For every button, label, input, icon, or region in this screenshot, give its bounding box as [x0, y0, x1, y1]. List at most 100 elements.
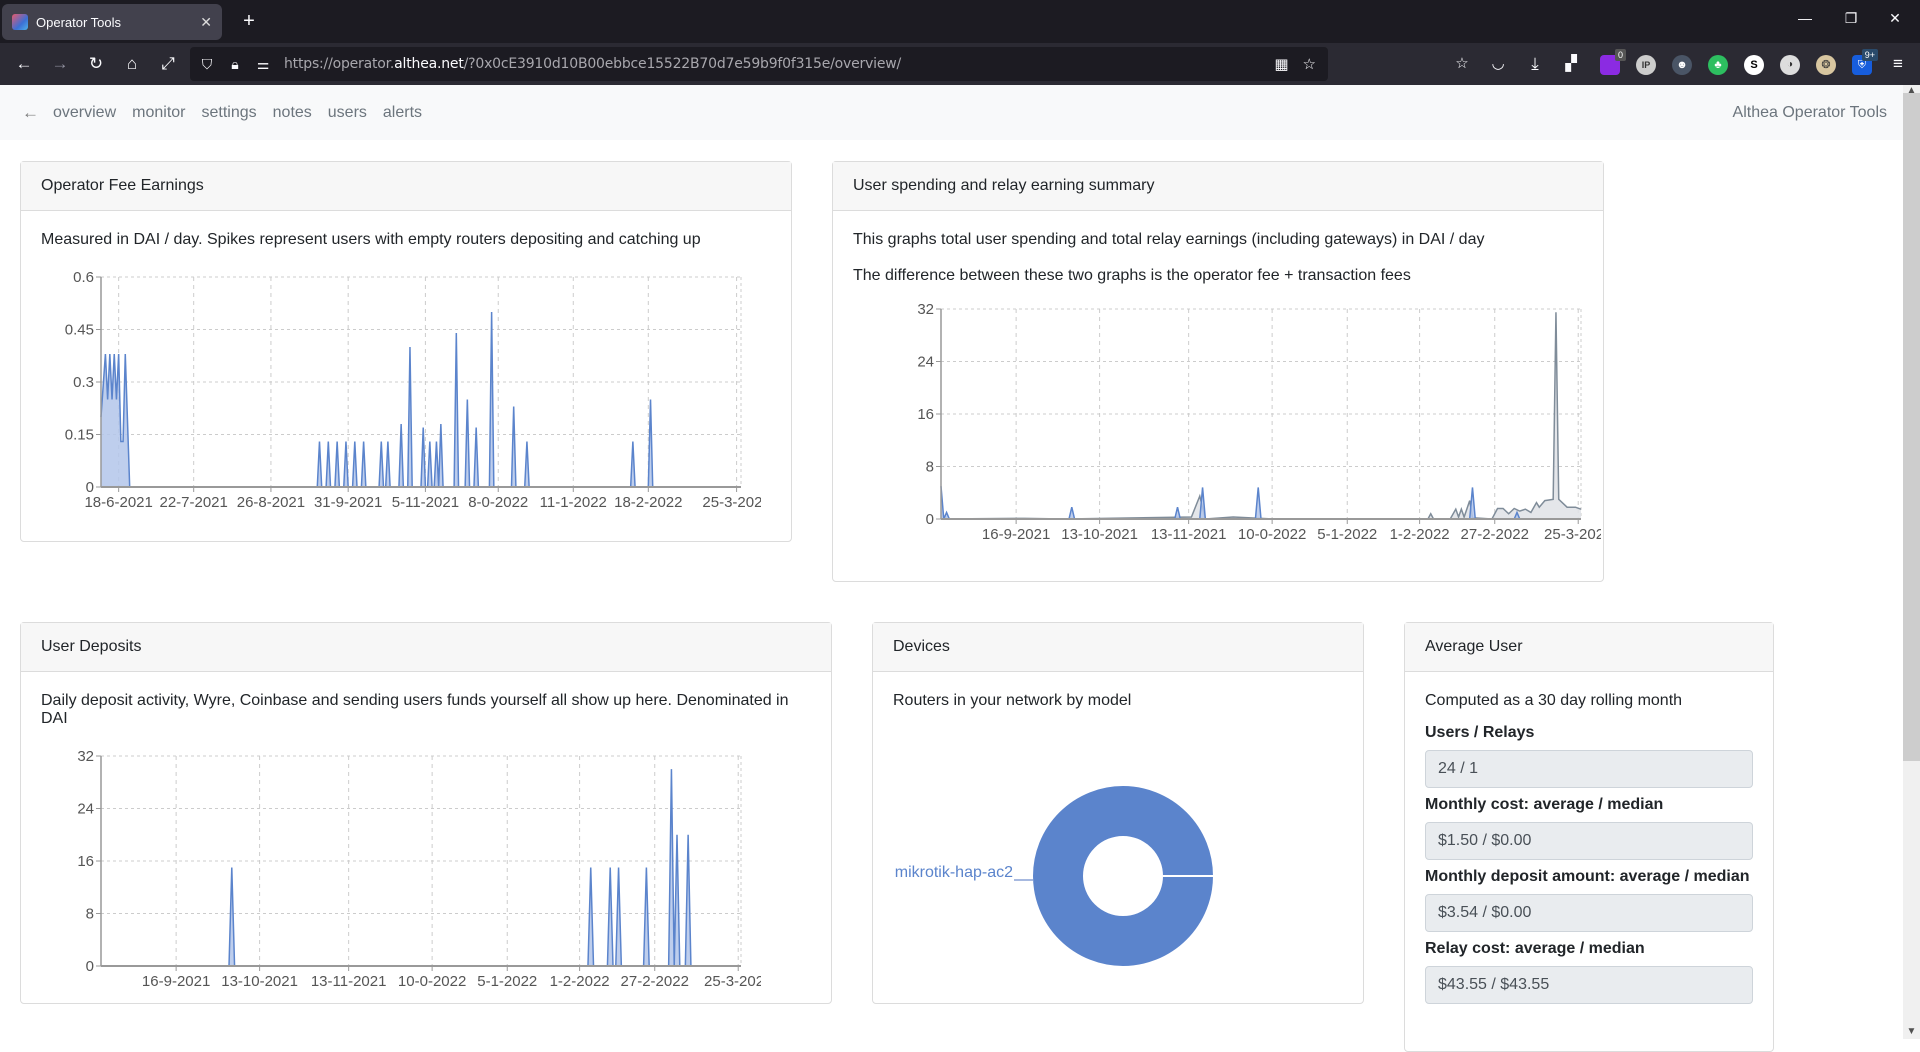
nav-settings[interactable]: settings [202, 104, 257, 122]
y-tick-label: 0.45 [65, 322, 94, 339]
x-tick-label: 27-2-2022 [1461, 526, 1529, 543]
url-bar[interactable]: ⛉ 🔒︎ ⚌ https://operator.althea.net/?0x0c… [190, 47, 1328, 81]
y-tick-label: 8 [926, 459, 934, 476]
x-tick-label: 16-9-2021 [982, 526, 1050, 543]
y-tick-label: 32 [77, 748, 94, 765]
nav-alerts[interactable]: alerts [383, 104, 422, 122]
card-description: This graphs total user spending and tota… [853, 231, 1485, 248]
minimize-icon[interactable]: — [1790, 10, 1820, 26]
shield-icon[interactable]: ⛉ [200, 56, 214, 73]
y-tick-label: 8 [86, 906, 94, 923]
badger-extension-icon[interactable]: ❂ [1816, 55, 1836, 75]
extensions-grid-icon[interactable]: ▞ [1559, 52, 1583, 76]
devices-donut-chart: mikrotik-hap-ac2 [895, 786, 1213, 966]
back-icon[interactable]: ← [12, 52, 36, 76]
new-tab-button[interactable]: + [236, 8, 262, 34]
lock-icon[interactable]: 🔒︎ [228, 56, 242, 73]
bitwarden-icon[interactable]: ⛨ 9+ [1852, 49, 1878, 75]
y-tick-label: 16 [917, 406, 934, 423]
card-description: Daily deposit activity, Wyre, Coinbase a… [41, 692, 789, 727]
nav-overview[interactable]: overview [53, 104, 116, 122]
purple-extension-icon[interactable]: 0 [1600, 49, 1626, 75]
x-tick-label: 31-9-2021 [314, 494, 382, 511]
x-tick-label: 11-1-2022 [540, 494, 607, 511]
download-icon[interactable]: ⤓ [1523, 52, 1547, 76]
home-icon[interactable]: ⌂ [120, 52, 144, 76]
card-title: Operator Fee Earnings [21, 162, 791, 211]
pocket-icon[interactable]: ◡ [1486, 52, 1510, 76]
close-tab-icon[interactable]: ✕ [200, 14, 212, 31]
users-relays-field: 24 / 1 [1425, 750, 1753, 788]
privacy-extension-icon[interactable]: ◑ [1780, 55, 1800, 75]
y-tick-label: 0.15 [65, 427, 94, 444]
ip-extension-icon[interactable]: IP [1636, 55, 1656, 75]
s-extension-icon[interactable]: S [1744, 55, 1764, 75]
browser-tab[interactable]: Operator Tools ✕ [2, 4, 222, 40]
bookmarks-icon[interactable]: ☆ [1450, 52, 1474, 76]
x-tick-label: 13-10-2021 [221, 973, 298, 990]
card-title: User Deposits [21, 623, 831, 672]
brand-title: Althea Operator Tools [1732, 103, 1887, 121]
x-tick-label: 25-3-2022 [1544, 526, 1601, 543]
pie-slice-label: mikrotik-hap-ac2 [895, 864, 1013, 881]
nav-notes[interactable]: notes [273, 104, 312, 122]
average-user-card: Average User Computed as a 30 day rollin… [1404, 622, 1774, 1052]
nav-users[interactable]: users [328, 104, 367, 122]
series-area-operator-fee [101, 312, 741, 487]
qr-code-icon[interactable]: ▦ [1274, 55, 1288, 73]
y-tick-label: 24 [77, 801, 94, 818]
monthly-cost-label: Monthly cost: average / median [1425, 796, 1664, 813]
site-favicon-icon [12, 14, 28, 30]
card-description: Measured in DAI / day. Spikes represent … [41, 231, 701, 248]
spending-summary-card: User spending and relay earning summary … [832, 161, 1612, 582]
card-title: Average User [1405, 623, 1773, 672]
y-tick-label: 0 [926, 511, 934, 528]
x-tick-label: 5-1-2022 [477, 973, 537, 990]
restore-icon[interactable]: ❐ [1836, 10, 1866, 27]
y-tick-label: 32 [917, 301, 934, 318]
robot-extension-icon[interactable]: ☻ [1672, 55, 1692, 75]
x-tick-label: 25-3-2022 [702, 494, 761, 511]
evernote-icon[interactable]: ♣ [1708, 55, 1728, 75]
y-tick-label: 0.6 [73, 269, 94, 286]
x-tick-label: 5-11-2021 [392, 494, 459, 511]
card-description: Computed as a 30 day rolling month [1425, 692, 1683, 709]
nav-monitor[interactable]: monitor [132, 104, 185, 122]
operator-fee-chart: 00.150.30.450.618-6-2021 22-7-2021 26-8-20… [65, 269, 771, 511]
y-tick-label: 0.3 [73, 374, 94, 391]
menu-icon[interactable]: ≡ [1886, 52, 1910, 76]
page-scrollbar[interactable]: ▲ ▼ [1903, 85, 1920, 1039]
y-tick-label: 24 [917, 354, 934, 371]
monthly-deposit-label: Monthly deposit amount: average / median [1425, 868, 1750, 885]
reload-icon[interactable]: ↻ [84, 52, 108, 76]
series-line-deposits [101, 769, 741, 967]
x-tick-label: 16-9-2021 [142, 973, 210, 990]
monthly-deposit-field: $3.54 / $0.00 [1425, 894, 1753, 932]
scrollbar-thumb[interactable] [1903, 93, 1920, 761]
window-close-icon[interactable]: ✕ [1880, 10, 1910, 27]
relay-cost-label: Relay cost: average / median [1425, 940, 1645, 957]
series-line-relay-earning [940, 486, 1581, 520]
url-text[interactable]: https://operator.althea.net/?0x0cE3910d1… [284, 56, 901, 72]
users-relays-label: Users / Relays [1425, 724, 1535, 741]
monthly-cost-field: $1.50 / $0.00 [1425, 822, 1753, 860]
x-tick-label: 10-0-2022 [398, 973, 466, 990]
card-description-2: The difference between these two graphs … [853, 267, 1411, 284]
series-line-operator-fee [100, 311, 741, 488]
x-tick-label: 1-2-2022 [550, 973, 610, 990]
bookmark-star-icon[interactable]: ☆ [1303, 55, 1316, 73]
arrow-left-icon[interactable]: ← [22, 103, 39, 123]
x-tick-label: 13-11-2021 [1151, 526, 1227, 543]
card-description: Routers in your network by model [893, 692, 1132, 709]
card-title: Devices [873, 623, 1363, 672]
x-tick-label: 25-3-2022 [704, 973, 761, 990]
browser-toolbar: ← → ↻ ⌂ ⤢ ⛉ 🔒︎ ⚌ https://operator.althea… [0, 43, 1920, 85]
scroll-down-icon[interactable]: ▼ [1903, 1026, 1920, 1037]
fullscreen-icon[interactable]: ⤢ [156, 52, 180, 76]
user-deposits-card: User Deposits Daily deposit activity, Wy… [20, 622, 832, 1004]
forward-icon[interactable]: → [48, 52, 72, 76]
permissions-icon[interactable]: ⚌ [256, 56, 270, 73]
app-nav: ← overview monitor settings notes users … [0, 85, 1903, 140]
browser-tab-bar: Operator Tools ✕ + — ❐ ✕ [0, 0, 1920, 43]
x-tick-label: 18-6-2021 [84, 494, 152, 511]
